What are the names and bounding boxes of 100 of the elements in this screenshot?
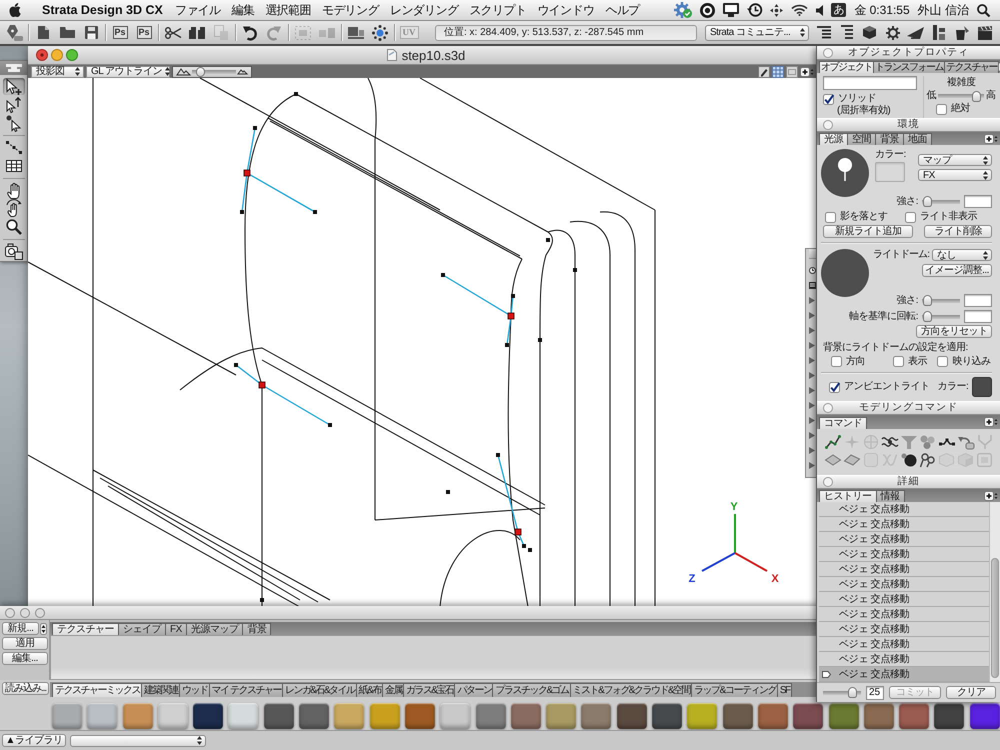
texture-swatch[interactable] [652, 703, 682, 729]
ring-icon[interactable] [700, 2, 716, 18]
value-field[interactable] [964, 195, 992, 208]
texture-swatch[interactable] [52, 703, 82, 729]
cube-icon[interactable] [863, 26, 876, 39]
tab[interactable]: プラスチック&ゴム [492, 683, 571, 697]
wave-icon[interactable] [882, 435, 898, 449]
tab[interactable]: コマンド [819, 417, 867, 429]
menu-item[interactable]: 選択範囲 [265, 2, 311, 18]
disclosure-triangle-icon[interactable] [809, 432, 815, 439]
document-icon[interactable] [38, 26, 48, 39]
tab[interactable]: 背景 [242, 623, 272, 635]
minimize-button[interactable] [20, 608, 30, 618]
community-dropdown[interactable]: Strata コミュニテ... [705, 24, 809, 40]
tab[interactable]: テクスチャーミックス [52, 683, 142, 697]
tab[interactable]: テクスチャー [944, 61, 999, 73]
texture-swatch[interactable] [193, 703, 224, 729]
circle-button[interactable] [823, 48, 833, 58]
library-button[interactable]: ▲ライブラリ [2, 734, 66, 747]
menu-item[interactable]: ファイル [174, 2, 220, 18]
history-item[interactable]: ベジェ 交点移動 [819, 622, 989, 637]
slider-thumb[interactable] [972, 90, 982, 102]
zoom-button[interactable] [66, 49, 78, 61]
reset-direction-button[interactable]: 方向をリセット [916, 325, 992, 338]
plus-menu-icon[interactable] [800, 66, 814, 76]
pencil-page-icon[interactable] [758, 66, 770, 78]
history-item[interactable]: ベジェ 交点移動 [819, 652, 989, 667]
texture-swatch[interactable] [581, 703, 612, 729]
menu-item[interactable]: 編集 [231, 2, 254, 18]
monitor-icon[interactable] [723, 3, 740, 17]
image-adjust-button[interactable]: イメージ調整... [922, 264, 992, 277]
apply-button[interactable]: 適用 [2, 637, 48, 650]
tab[interactable]: 地面 [903, 133, 932, 145]
zoom-button[interactable] [35, 608, 45, 618]
disclosure-triangle-icon[interactable] [809, 372, 815, 379]
texture-swatch[interactable] [299, 703, 330, 729]
gear-check-icon[interactable] [674, 2, 692, 18]
texture-swatch[interactable] [864, 703, 894, 729]
tab[interactable]: マイ テクスチャー [208, 683, 283, 697]
input-mode-indicator[interactable]: あ [831, 3, 846, 17]
pins-icon[interactable] [920, 453, 935, 467]
checkbox[interactable] [892, 356, 904, 367]
folder-icon[interactable] [60, 27, 74, 38]
history-item[interactable]: ベジェ 交点移動 [819, 637, 989, 652]
texture-swatch[interactable] [934, 703, 964, 729]
tab[interactable]: 建築関連 [141, 683, 180, 697]
folded-sheet-icon[interactable] [844, 454, 860, 466]
texture-swatch[interactable] [87, 703, 118, 729]
toolbar-button[interactable]: Ps [112, 26, 128, 39]
disclosure-triangle-icon[interactable] [809, 342, 815, 349]
tab[interactable]: ガラス&宝石 [402, 683, 456, 697]
texture-swatch[interactable] [510, 703, 541, 729]
history-item[interactable]: ベジェ 交点移動 [819, 577, 989, 592]
disclosure-triangle-icon[interactable] [809, 462, 815, 469]
slider-thumb[interactable] [848, 687, 857, 698]
tab[interactable]: 金属 [382, 683, 404, 697]
slider-thumb[interactable] [923, 196, 932, 207]
tab[interactable]: 光源マップ [186, 623, 244, 635]
history-item[interactable]: ベジェ 交点移動 [819, 607, 989, 622]
clock-icon[interactable] [809, 267, 816, 274]
texture-swatch[interactable] [122, 703, 153, 729]
checkbox[interactable] [831, 356, 842, 367]
texture-swatch[interactable] [722, 703, 753, 729]
disclosure-triangle-icon[interactable] [809, 297, 815, 304]
menu-item[interactable]: モデリング [322, 2, 379, 18]
load-button[interactable]: 読み込み... [2, 682, 49, 695]
ball-icon[interactable] [900, 453, 916, 467]
checkbox[interactable] [905, 212, 916, 222]
bars-icon[interactable] [348, 26, 364, 38]
color-swatch[interactable] [972, 377, 992, 397]
menu-item[interactable]: レンダリング [390, 2, 458, 18]
plus-menu-icon[interactable] [984, 490, 998, 500]
speaker-icon[interactable] [816, 4, 824, 16]
grid-icon[interactable] [772, 66, 784, 78]
tab[interactable]: SF [776, 683, 792, 697]
circle-button[interactable] [823, 120, 833, 130]
list-icon[interactable] [809, 282, 816, 289]
wedge-icon[interactable] [907, 26, 924, 38]
tab[interactable]: 空間 [847, 133, 876, 145]
loop-arrow-icon[interactable] [958, 435, 974, 449]
texture-swatch[interactable] [476, 703, 506, 729]
tab[interactable]: シェイプ [118, 623, 166, 635]
checkbox[interactable] [823, 94, 834, 104]
texture-swatch[interactable] [334, 703, 364, 729]
slider-thumb[interactable] [923, 311, 932, 322]
tab[interactable]: 紙&布 [356, 683, 383, 697]
texture-swatch[interactable] [228, 703, 258, 729]
bucket-icon[interactable] [954, 26, 968, 40]
history-item[interactable]: ベジェ 交点移動 [819, 547, 989, 562]
texture-swatch[interactable] [970, 703, 1000, 729]
checkbox[interactable] [937, 356, 948, 367]
align-right-icon[interactable] [816, 26, 830, 39]
edit-button[interactable]: 編集... [2, 652, 48, 665]
bezier-handle[interactable] [496, 453, 526, 548]
menu-item[interactable]: ヘルプ [605, 2, 640, 18]
add-light-button[interactable]: 新規ライト追加 [823, 225, 913, 238]
move-arrows-icon[interactable] [770, 4, 784, 16]
circle-button[interactable] [823, 477, 833, 487]
copy-icon[interactable] [189, 26, 205, 38]
tool-button[interactable] [2, 78, 24, 95]
